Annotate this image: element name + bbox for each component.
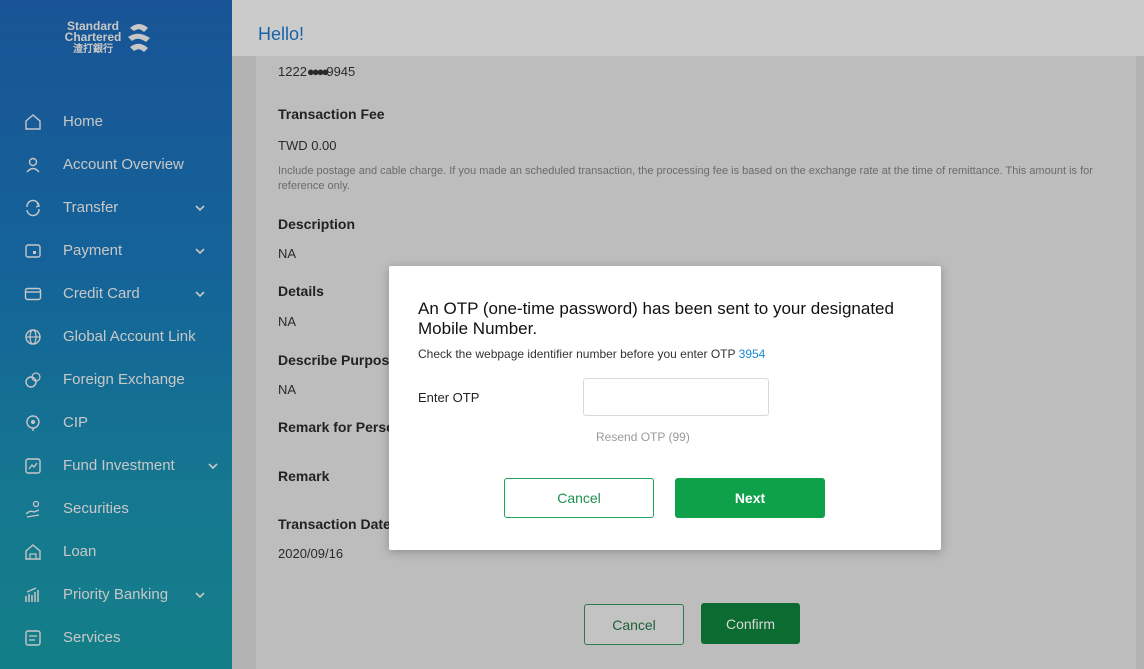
fee-label: Transaction Fee bbox=[278, 106, 385, 122]
chevron-down-icon bbox=[195, 591, 205, 598]
sidebar: Standard Chartered 渣打銀行 Home Account Ove… bbox=[0, 0, 232, 669]
sidebar-item-services[interactable]: Services bbox=[0, 616, 232, 659]
otp-input[interactable] bbox=[583, 378, 769, 416]
logo-line3: 渣打銀行 bbox=[73, 44, 113, 55]
globe-icon bbox=[23, 327, 43, 347]
user-icon bbox=[23, 155, 43, 175]
sidebar-item-label: Services bbox=[63, 629, 121, 646]
otp-cancel-button[interactable]: Cancel bbox=[504, 478, 654, 518]
chevron-down-icon bbox=[195, 247, 205, 254]
securities-icon bbox=[23, 499, 43, 519]
sidebar-item-foreign-exchange[interactable]: Foreign Exchange bbox=[0, 358, 232, 401]
confirm-button[interactable]: Confirm bbox=[701, 603, 800, 644]
chevron-down-icon bbox=[195, 204, 205, 211]
account-prefix: 1222 bbox=[278, 64, 307, 79]
payment-icon bbox=[23, 241, 43, 261]
remark-label: Remark bbox=[278, 468, 330, 484]
sidebar-item-fund-investment[interactable]: Fund Investment bbox=[0, 444, 232, 487]
transfer-icon bbox=[23, 198, 43, 218]
sidebar-item-cip[interactable]: CIP bbox=[0, 401, 232, 444]
sidebar-item-label: Loan bbox=[63, 543, 97, 560]
chart-icon bbox=[23, 456, 43, 476]
otp-dialog: An OTP (one-time password) has been sent… bbox=[389, 266, 941, 550]
sidebar-item-label: Home bbox=[63, 113, 104, 130]
sidebar-item-label: Securities bbox=[63, 500, 129, 517]
sidebar-item-label: Global Account Link bbox=[63, 328, 196, 345]
sidebar-item-loan[interactable]: Loan bbox=[0, 530, 232, 573]
bank-logo[interactable]: Standard Chartered 渣打銀行 bbox=[60, 14, 170, 74]
chevron-down-icon bbox=[195, 290, 205, 297]
details-label: Details bbox=[278, 283, 324, 299]
loan-icon bbox=[23, 542, 43, 562]
priority-icon bbox=[23, 585, 43, 605]
otp-input-label: Enter OTP bbox=[418, 390, 480, 405]
logo-mark-icon bbox=[128, 24, 150, 52]
transaction-date-value: 2020/09/16 bbox=[278, 546, 344, 561]
description-value: NA bbox=[278, 246, 297, 261]
sidebar-item-home[interactable]: Home bbox=[0, 100, 232, 143]
sidebar-item-label: Credit Card bbox=[63, 285, 140, 302]
resend-otp-link[interactable]: Resend OTP (99) bbox=[596, 430, 690, 444]
otp-dialog-title: An OTP (one-time password) has been sent… bbox=[418, 299, 894, 338]
home-icon bbox=[23, 112, 43, 132]
sidebar-item-payment[interactable]: Payment bbox=[0, 229, 232, 272]
header-bar bbox=[232, 0, 1144, 56]
cancel-button[interactable]: Cancel bbox=[584, 604, 684, 645]
purpose-label: Describe Purpose bbox=[278, 352, 398, 368]
details-value: NA bbox=[278, 314, 297, 329]
sidebar-item-priority-banking[interactable]: Priority Banking bbox=[0, 573, 232, 616]
chevron-down-icon bbox=[208, 462, 218, 469]
sidebar-item-label: Foreign Exchange bbox=[63, 371, 185, 388]
otp-dialog-subtitle: Check the webpage identifier number befo… bbox=[418, 347, 765, 361]
sidebar-item-global-account-link[interactable]: Global Account Link bbox=[0, 315, 232, 358]
description-label: Description bbox=[278, 216, 356, 232]
exchange-icon bbox=[23, 370, 43, 390]
sidebar-item-label: Priority Banking bbox=[63, 586, 169, 603]
sidebar-item-account-overview[interactable]: Account Overview bbox=[0, 143, 232, 186]
transaction-date-label: Transaction Date bbox=[278, 516, 391, 532]
cip-icon bbox=[23, 413, 43, 433]
logo-line2: Chartered bbox=[64, 30, 122, 44]
sidebar-item-credit-card[interactable]: Credit Card bbox=[0, 272, 232, 315]
sidebar-item-securities[interactable]: Securities bbox=[0, 487, 232, 530]
account-number: 1222●●●●9945 bbox=[278, 64, 355, 79]
sidebar-item-label: Fund Investment bbox=[63, 457, 175, 474]
sidebar-item-label: CIP bbox=[63, 414, 89, 431]
sidebar-item-label: Transfer bbox=[63, 199, 119, 216]
page-greeting: Hello! bbox=[258, 24, 305, 44]
credit-card-icon bbox=[23, 284, 43, 304]
sidebar-item-label: Payment bbox=[63, 242, 123, 259]
otp-instruction: Check the webpage identifier number befo… bbox=[418, 347, 736, 361]
fee-value: TWD 0.00 bbox=[278, 138, 337, 153]
masked-digits: ●●●● bbox=[306, 64, 329, 79]
sidebar-item-transfer[interactable]: Transfer bbox=[0, 186, 232, 229]
fee-note: Include postage and cable charge. If you… bbox=[278, 165, 1093, 192]
otp-next-button[interactable]: Next bbox=[675, 478, 825, 518]
account-suffix: 9945 bbox=[326, 64, 356, 79]
services-icon bbox=[23, 628, 43, 648]
sidebar-item-label: Account Overview bbox=[63, 156, 184, 173]
webpage-identifier: 3954 bbox=[738, 347, 766, 361]
purpose-value: NA bbox=[278, 382, 297, 397]
